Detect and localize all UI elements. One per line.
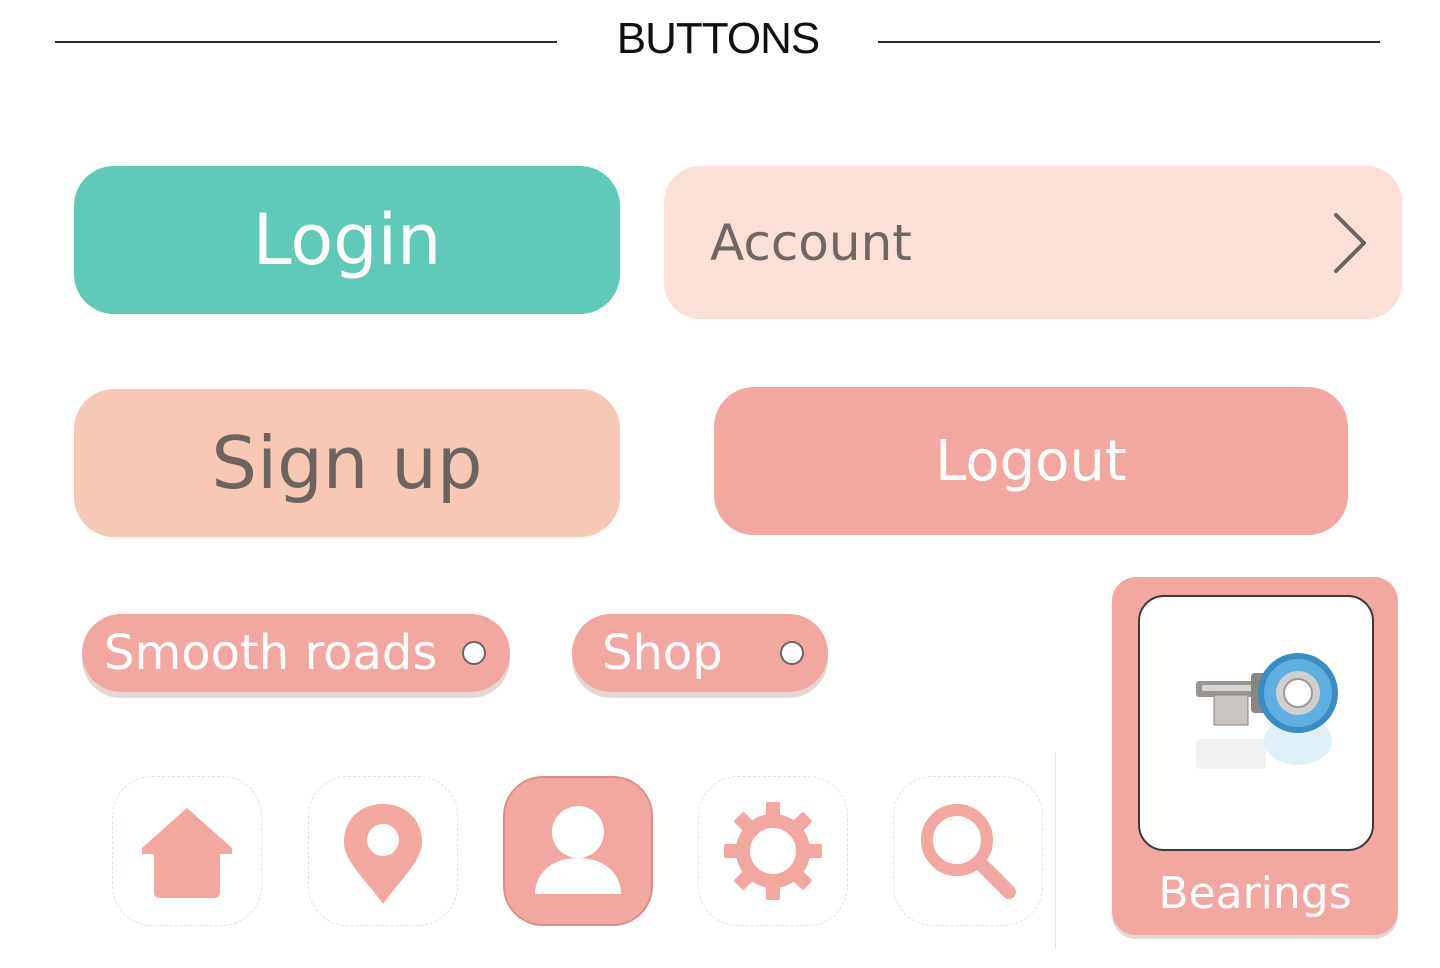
search-icon xyxy=(921,804,1016,899)
signup-button-label: Sign up xyxy=(211,421,483,505)
header-rule-right xyxy=(878,41,1380,43)
radio-dot-icon xyxy=(462,641,486,665)
header-rule-left xyxy=(55,41,557,43)
logout-button-label: Logout xyxy=(935,428,1127,494)
home-icon xyxy=(142,808,232,898)
map-pin-icon xyxy=(344,804,422,904)
signup-button[interactable]: Sign up xyxy=(74,389,620,537)
settings-button[interactable] xyxy=(698,776,848,926)
chevron-right-icon xyxy=(1334,212,1366,273)
login-button-label: Login xyxy=(252,199,442,281)
profile-button[interactable] xyxy=(503,776,653,926)
account-button[interactable]: Account xyxy=(664,166,1402,319)
bearings-image xyxy=(1138,595,1374,851)
bearings-illustration xyxy=(1196,653,1338,769)
pill-label: Smooth roads xyxy=(104,625,438,681)
logout-button[interactable]: Logout xyxy=(714,387,1348,535)
vertical-divider xyxy=(1055,752,1056,948)
bearings-product-card[interactable]: Bearings xyxy=(1112,577,1398,935)
home-button[interactable] xyxy=(112,776,262,926)
location-button[interactable] xyxy=(308,776,458,926)
account-button-label: Account xyxy=(710,213,912,272)
product-label: Bearings xyxy=(1158,868,1352,919)
shop-pill[interactable]: Shop xyxy=(572,614,828,692)
search-button[interactable] xyxy=(893,776,1043,926)
gear-icon xyxy=(724,802,822,900)
smooth-roads-pill[interactable]: Smooth roads xyxy=(82,614,510,692)
login-button[interactable]: Login xyxy=(74,166,620,314)
radio-dot-icon xyxy=(780,641,804,665)
pill-label: Shop xyxy=(602,625,723,681)
page-title: BUTTONS xyxy=(616,14,820,63)
user-icon xyxy=(535,806,621,894)
